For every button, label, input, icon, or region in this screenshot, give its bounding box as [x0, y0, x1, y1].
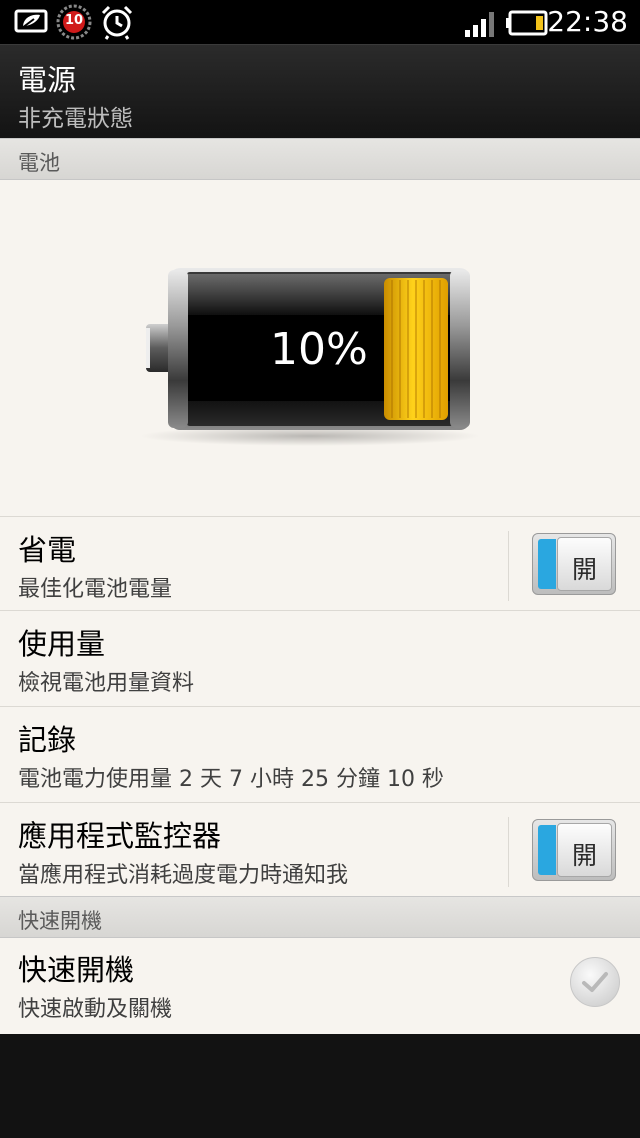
- fastboot-checkbox[interactable]: [570, 957, 620, 1007]
- page-subtitle: 非充電狀態: [18, 106, 133, 132]
- battery-low-icon: [505, 10, 549, 40]
- section-label: 電池: [18, 151, 60, 175]
- setting-subtitle: 檢視電池用量資料: [18, 671, 195, 696]
- alarm-clock-icon: [100, 4, 134, 44]
- setting-subtitle: 快速啟動及關機: [18, 997, 173, 1022]
- divider: [508, 817, 509, 887]
- app-monitor-toggle[interactable]: 開: [532, 819, 616, 881]
- setting-title: 快速開機: [18, 953, 135, 987]
- setting-title: 省電: [18, 533, 77, 567]
- status-time: 22:38: [547, 5, 628, 38]
- toggle-on-indicator: [538, 539, 556, 589]
- setting-history[interactable]: 記錄 電池電力使用量 2 天 7 小時 25 分鐘 10 秒: [0, 706, 640, 801]
- notification-badge-count: 10: [64, 13, 84, 28]
- signal-strength-icon: [464, 10, 496, 42]
- page-title: 電源: [18, 63, 77, 97]
- section-label: 快速開機: [18, 909, 102, 933]
- bottom-bar: [0, 1034, 640, 1138]
- setting-title: 使用量: [18, 627, 106, 661]
- power-saver-toggle[interactable]: 開: [532, 533, 616, 595]
- setting-subtitle: 當應用程式消耗過度電力時通知我: [18, 863, 349, 888]
- battery-graphic: 10%: [0, 178, 640, 516]
- toggle-label: 開: [571, 841, 597, 870]
- toggle-label: 開: [571, 555, 597, 584]
- toggle-knob: 開: [557, 823, 612, 877]
- section-header-battery: 電池: [0, 138, 640, 180]
- divider: [508, 531, 509, 601]
- setting-title: 記錄: [18, 723, 77, 757]
- status-bar: 10 22:38: [0, 0, 640, 44]
- toggle-knob: 開: [557, 537, 612, 591]
- notification-badge-icon: 10: [56, 4, 92, 44]
- setting-usage[interactable]: 使用量 檢視電池用量資料: [0, 610, 640, 705]
- toggle-on-indicator: [538, 825, 556, 875]
- battery-level-fill: [384, 278, 448, 420]
- app-header: 電源 非充電狀態: [0, 44, 640, 139]
- section-header-fastboot: 快速開機: [0, 896, 640, 938]
- setting-app-monitor[interactable]: 應用程式監控器 當應用程式消耗過度電力時通知我 開: [0, 802, 640, 897]
- power-saver-icon: [14, 8, 50, 38]
- checkmark-icon: [582, 972, 608, 992]
- setting-subtitle: 電池電力使用量 2 天 7 小時 25 分鐘 10 秒: [18, 767, 444, 792]
- battery-percent: 10%: [270, 324, 368, 375]
- setting-title: 應用程式監控器: [18, 819, 222, 853]
- setting-subtitle: 最佳化電池電量: [18, 577, 173, 602]
- setting-power-saver[interactable]: 省電 最佳化電池電量 開: [0, 516, 640, 611]
- setting-fastboot[interactable]: 快速開機 快速啟動及關機: [0, 937, 640, 1034]
- settings-content[interactable]: 電池 10% 省電 最佳化電池電量 開 使用量 檢視電池用量資料 記錄 電池電力…: [0, 138, 640, 1034]
